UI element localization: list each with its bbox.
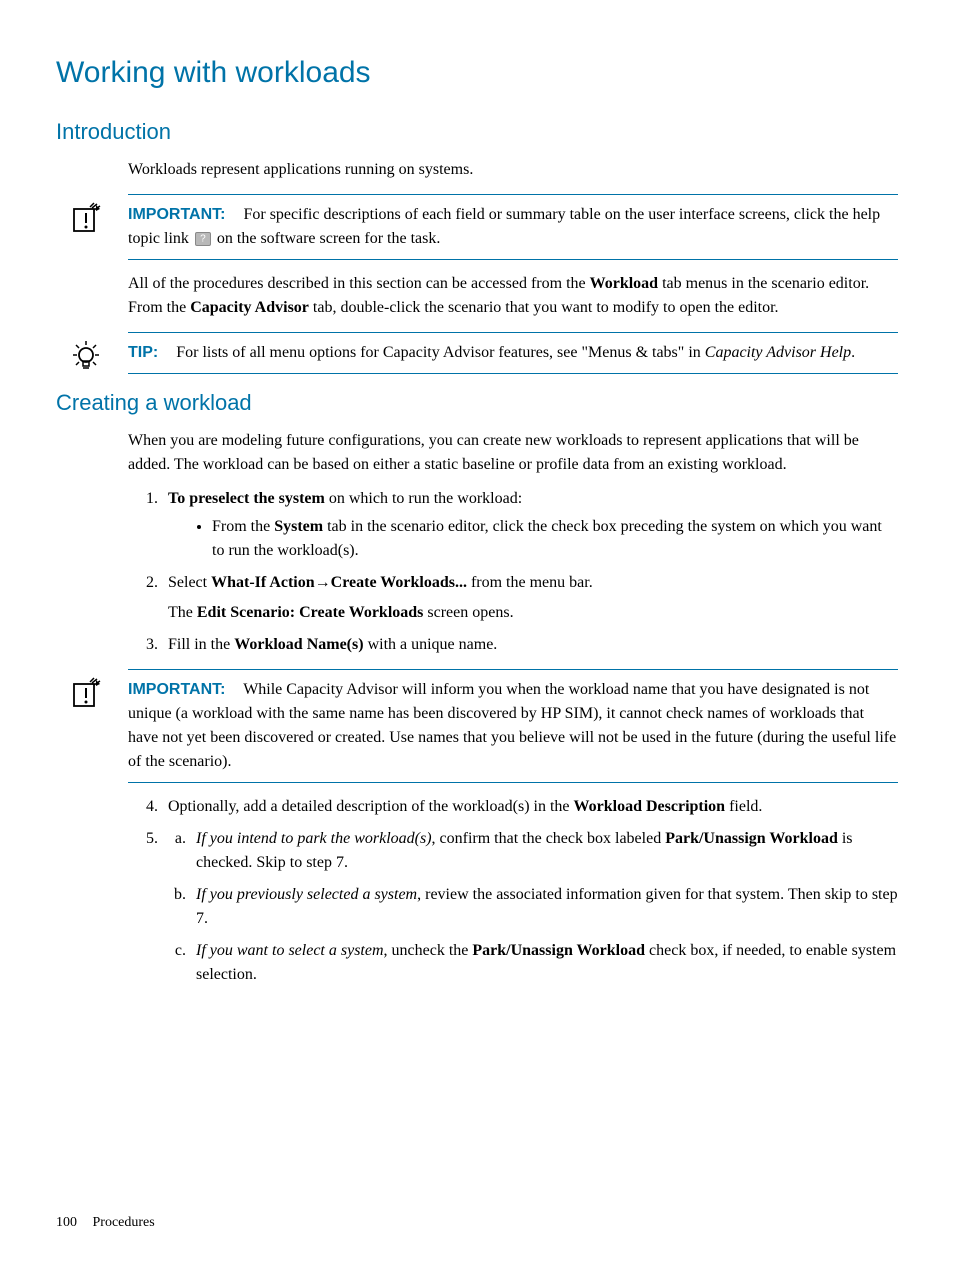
page-footer: 100 Procedures xyxy=(56,1212,155,1233)
text-span: The xyxy=(168,604,197,621)
step-1: To preselect the system on which to run … xyxy=(162,487,898,563)
step-3: Fill in the Workload Name(s) with a uniq… xyxy=(162,633,898,657)
text-span: From the xyxy=(212,518,274,535)
step5-sublist: If you intend to park the workload(s), c… xyxy=(168,827,898,987)
step-5c: If you want to select a system, uncheck … xyxy=(190,939,898,987)
step1-text: on which to run the workload: xyxy=(325,490,522,507)
tip-label: TIP: xyxy=(128,344,158,361)
create-workloads-bold: Create Workloads... xyxy=(331,574,467,591)
important-callout-1: IMPORTANT: For specific descriptions of … xyxy=(128,194,898,260)
arrow-icon: → xyxy=(315,574,331,591)
text-span: from the menu bar. xyxy=(467,574,593,591)
step-5a: If you intend to park the workload(s), c… xyxy=(190,827,898,875)
park-unassign-bold: Park/Unassign Workload xyxy=(665,830,838,847)
workload-names-bold: Workload Name(s) xyxy=(234,636,363,653)
tip-text-italic: Capacity Advisor Help xyxy=(705,344,851,361)
system-bold: System xyxy=(274,518,323,535)
important-icon xyxy=(70,676,102,708)
tip-callout: TIP: For lists of all menu options for C… xyxy=(128,332,898,374)
text-span: screen opens. xyxy=(423,604,513,621)
tip-text-a: For lists of all menu options for Capaci… xyxy=(176,344,705,361)
help-icon xyxy=(195,232,211,246)
important-callout-2: IMPORTANT: While Capacity Advisor will i… xyxy=(128,669,898,783)
page-title: Working with workloads xyxy=(56,50,898,95)
steps-list-1: To preselect the system on which to run … xyxy=(128,487,898,657)
text-span: Optionally, add a detailed description o… xyxy=(168,798,574,815)
tip-text-c: . xyxy=(851,344,855,361)
capacity-advisor-bold: Capacity Advisor xyxy=(190,299,309,316)
text-span: All of the procedures described in this … xyxy=(128,275,590,292)
step1-bullet: From the System tab in the scenario edit… xyxy=(212,515,898,563)
text-span: tab, double-click the scenario that you … xyxy=(309,299,779,316)
step1-bullets: From the System tab in the scenario edit… xyxy=(168,515,898,563)
text-span: field. xyxy=(725,798,762,815)
park-unassign-bold-2: Park/Unassign Workload xyxy=(472,942,645,959)
step5c-italic: If you want to select a system xyxy=(196,942,384,959)
edit-scenario-bold: Edit Scenario: Create Workloads xyxy=(197,604,424,621)
section-heading-intro: Introduction xyxy=(56,115,898,148)
important-label: IMPORTANT: xyxy=(128,681,225,698)
workload-desc-bold: Workload Description xyxy=(574,798,726,815)
steps-list-2: Optionally, add a detailed description o… xyxy=(128,795,898,987)
text-span: , uncheck the xyxy=(384,942,473,959)
text-span: , confirm that the check box labeled xyxy=(432,830,666,847)
footer-label: Procedures xyxy=(93,1215,155,1230)
text-span: with a unique name. xyxy=(364,636,498,653)
section-heading-create: Creating a workload xyxy=(56,386,898,419)
tip-icon xyxy=(70,339,102,371)
step5b-italic: If you previously selected a system xyxy=(196,886,417,903)
important-text: While Capacity Advisor will inform you w… xyxy=(128,681,896,770)
step-5b: If you previously selected a system, rev… xyxy=(190,883,898,931)
important-text-after: on the software screen for the task. xyxy=(213,230,440,247)
step-2: Select What-If Action→Create Workloads..… xyxy=(162,571,898,625)
workload-tab-paragraph: All of the procedures described in this … xyxy=(128,272,898,320)
workload-bold: Workload xyxy=(590,275,658,292)
step1-bold: To preselect the system xyxy=(168,490,325,507)
intro-paragraph: Workloads represent applications running… xyxy=(128,158,898,182)
important-icon xyxy=(70,201,102,233)
step2-sub: The Edit Scenario: Create Workloads scre… xyxy=(168,601,898,625)
create-intro-paragraph: When you are modeling future configurati… xyxy=(128,429,898,477)
page-number: 100 xyxy=(56,1215,77,1230)
step-4: Optionally, add a detailed description o… xyxy=(162,795,898,819)
step-5: If you intend to park the workload(s), c… xyxy=(162,827,898,987)
whatif-bold: What-If Action xyxy=(211,574,315,591)
text-span: Select xyxy=(168,574,211,591)
important-label: IMPORTANT: xyxy=(128,206,225,223)
text-span: Fill in the xyxy=(168,636,234,653)
step5a-italic: If you intend to park the workload(s) xyxy=(196,830,432,847)
